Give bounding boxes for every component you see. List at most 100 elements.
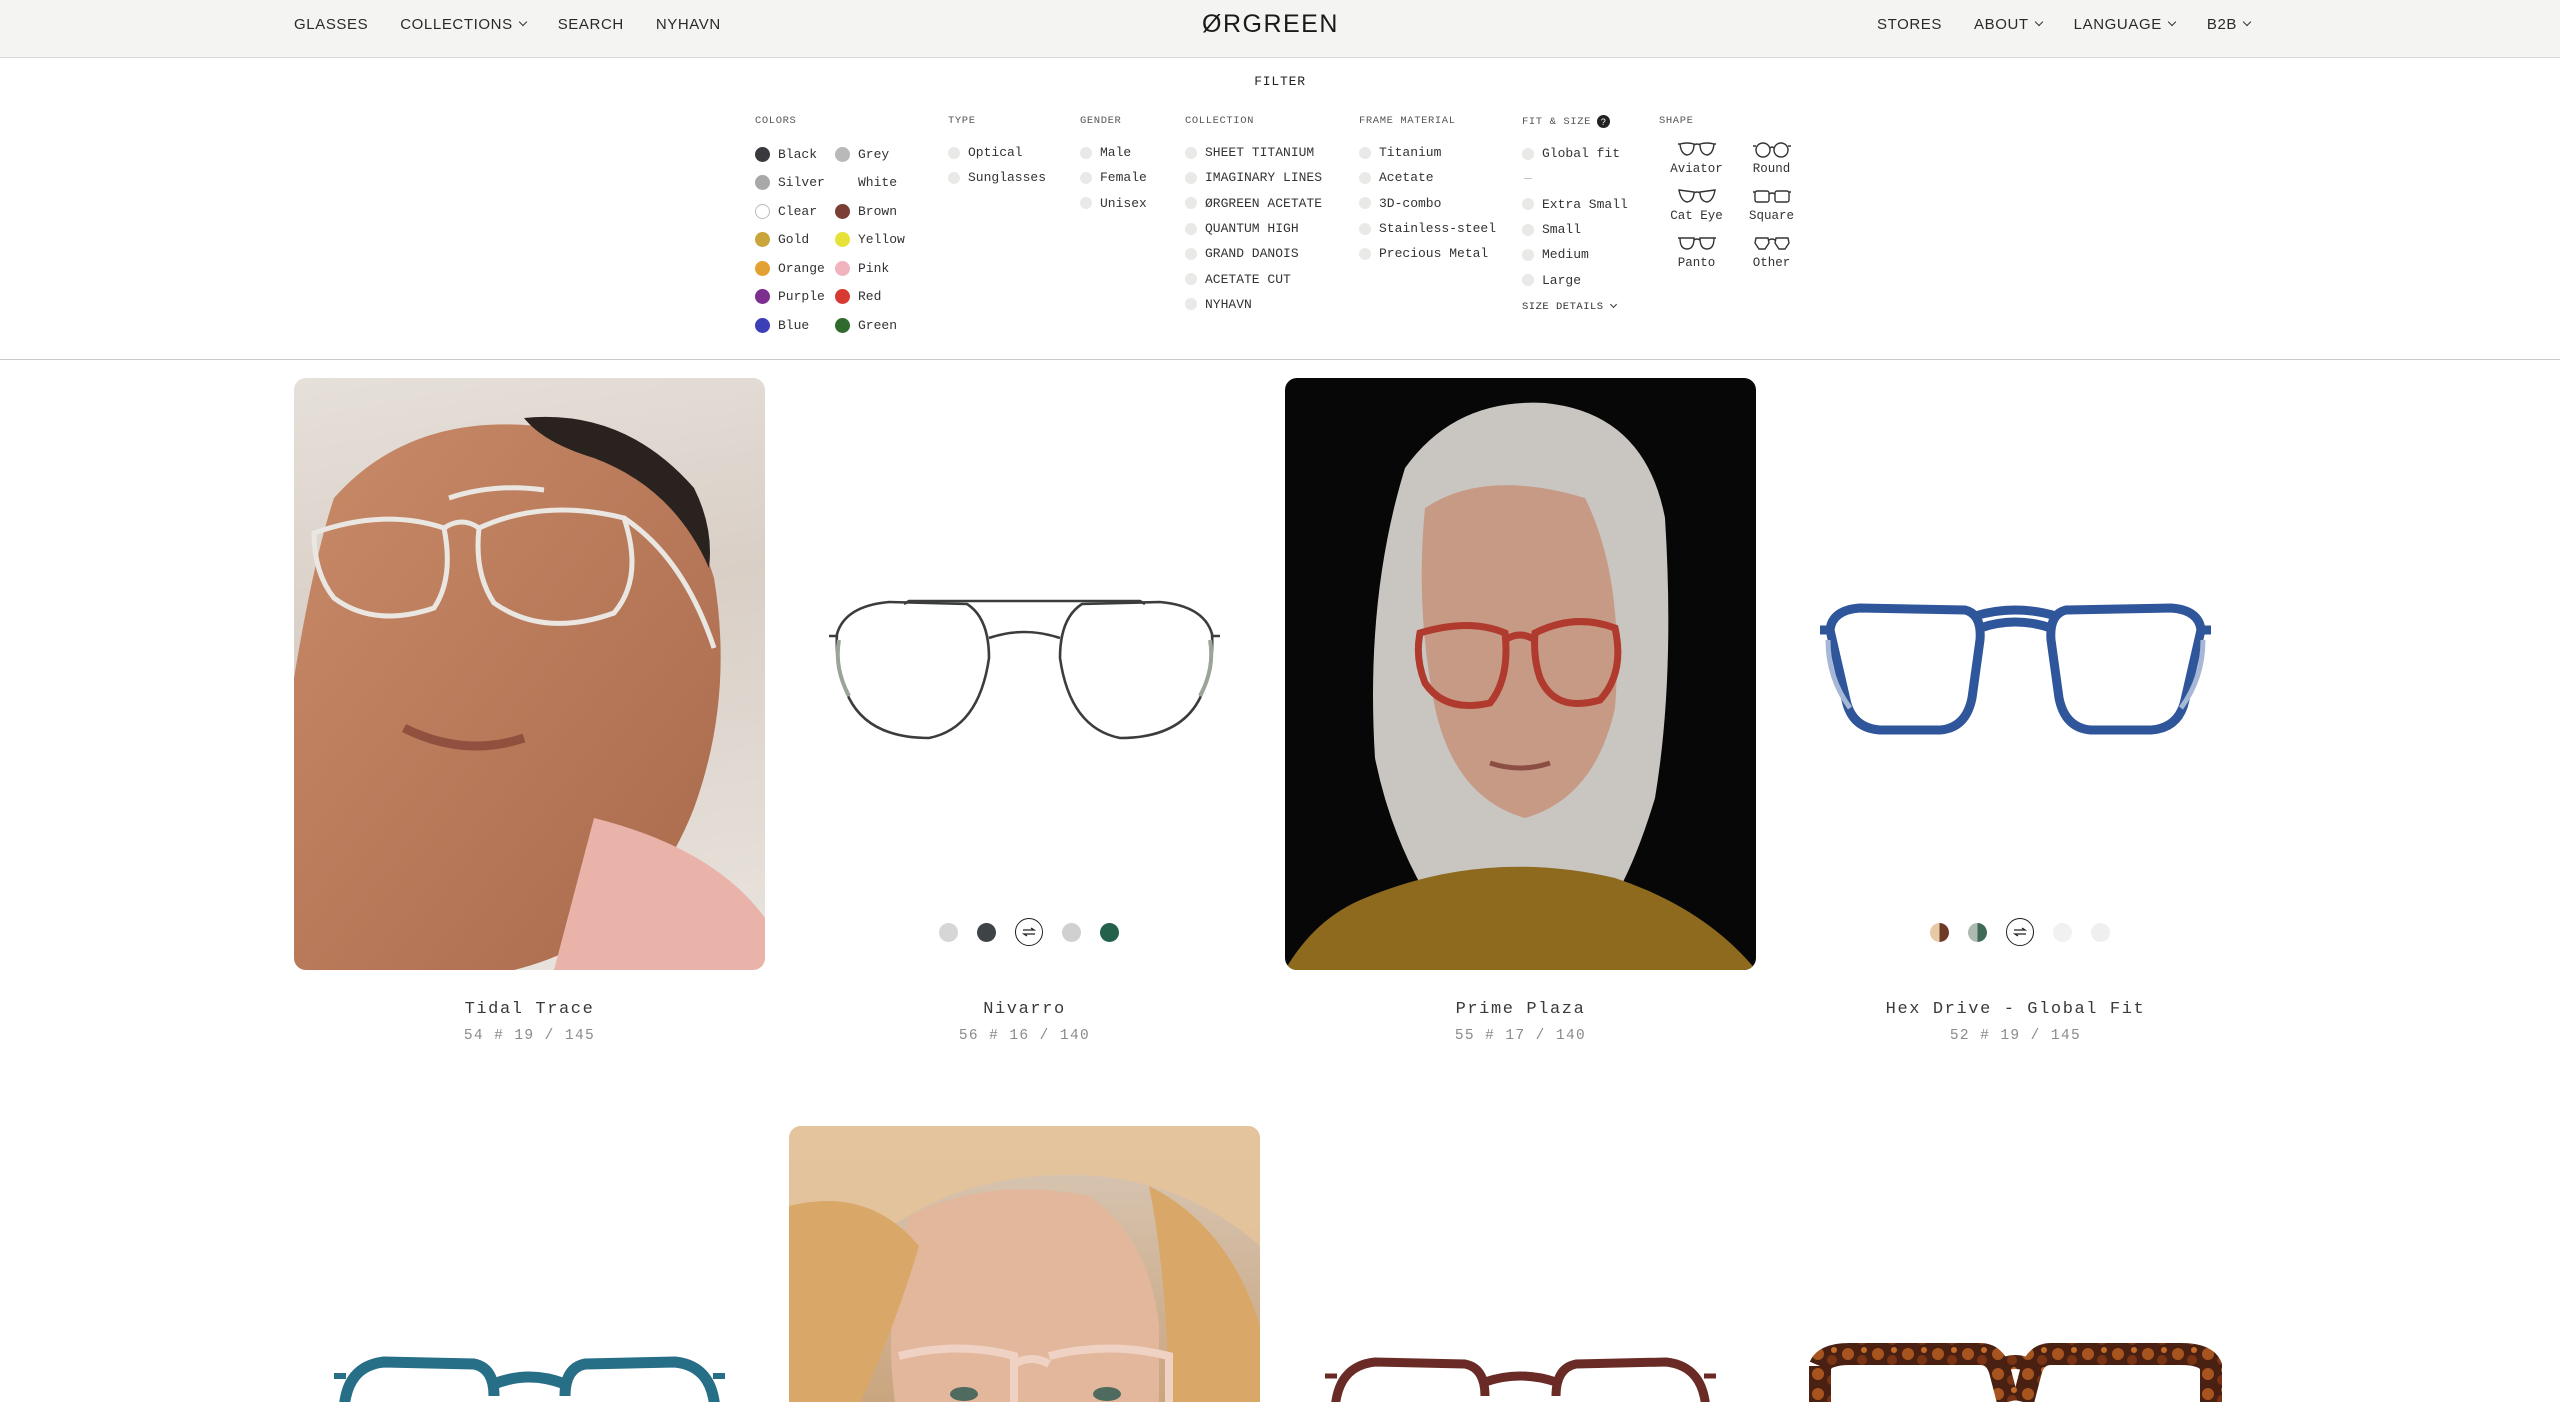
filter-option[interactable]: GRAND DANOIS	[1185, 241, 1322, 266]
filter-option[interactable]: Small	[1522, 217, 1628, 242]
nav-about[interactable]: ABOUT	[1974, 16, 2043, 33]
nav-language[interactable]: LANGUAGE	[2074, 16, 2177, 33]
radio-icon	[1080, 171, 1092, 184]
radio-icon	[1359, 197, 1371, 210]
filter-option[interactable]: Unisex	[1080, 191, 1147, 216]
nav-collections[interactable]: COLLECTIONS	[400, 16, 527, 33]
filter-heading: COLORS	[755, 115, 797, 127]
filter-option[interactable]: Extra Small	[1522, 192, 1628, 217]
product-card[interactable]	[1780, 1126, 2251, 1402]
color-option-white[interactable]: White	[835, 169, 915, 198]
shape-square[interactable]: Square	[1734, 187, 1809, 223]
filter-option[interactable]: Stainless-steel	[1359, 216, 1496, 241]
hex-drive-frame-image	[1820, 603, 2211, 735]
product-name[interactable]: Hex Drive - Global Fit	[1780, 1000, 2251, 1019]
filter-option[interactable]: Large	[1522, 267, 1628, 292]
radio-icon	[1522, 274, 1534, 287]
nav-stores[interactable]: STORES	[1877, 16, 1942, 33]
color-list: Black Grey Silver White Clear Brown Gold Yellow…	[755, 140, 915, 340]
filter-option[interactable]: IMAGINARY LINES	[1185, 165, 1322, 190]
filter-heading: FIT & SIZE?	[1522, 115, 1628, 128]
product-measurements: 52 # 19 / 145	[1949, 1028, 2082, 1044]
filter-option[interactable]: Acetate	[1359, 165, 1496, 190]
color-option-brown[interactable]: Brown	[835, 197, 915, 226]
filter-option[interactable]: SHEET TITANIUM	[1185, 140, 1322, 165]
swatch-selected[interactable]	[2006, 918, 2034, 946]
filter-option[interactable]: Optical	[948, 140, 1046, 165]
filter-option[interactable]: Medium	[1522, 242, 1628, 267]
filter-option[interactable]: Female	[1080, 165, 1147, 190]
size-details-toggle[interactable]: SIZE DETAILS	[1522, 301, 1628, 313]
product-photo[interactable]	[1780, 378, 2251, 970]
filter-option[interactable]: NYHAVN	[1185, 292, 1322, 317]
color-option-green[interactable]: Green	[835, 311, 915, 340]
tortoise-frame-image	[1809, 1343, 2222, 1402]
nav-nyhavn[interactable]: NYHAVN	[656, 16, 721, 33]
chevron-down-icon	[1609, 301, 1617, 309]
shape-round[interactable]: Round	[1734, 140, 1809, 176]
color-option-gold[interactable]: Gold	[755, 226, 835, 255]
filter-option[interactable]: Precious Metal	[1359, 241, 1496, 266]
swatch-clear[interactable]	[2053, 922, 2072, 942]
color-swatch-icon	[755, 203, 770, 219]
shape-panto[interactable]: Panto	[1659, 234, 1734, 270]
swatch-dark-grey[interactable]	[977, 922, 996, 942]
product-card[interactable]	[294, 1126, 765, 1402]
product-name[interactable]: Tidal Trace	[294, 1000, 765, 1019]
filter-option[interactable]: ACETATE CUT	[1185, 266, 1322, 291]
swatch-silver[interactable]	[1062, 922, 1081, 942]
shape-cat-eye[interactable]: Cat Eye	[1659, 187, 1734, 223]
radio-icon	[948, 171, 960, 184]
filter-option[interactable]: ØRGREEN ACETATE	[1185, 191, 1322, 216]
product-photo[interactable]	[789, 1126, 1260, 1402]
nav-b2b[interactable]: B2B	[2207, 16, 2252, 33]
filter-fit-size: FIT & SIZE? Global fit — Extra Small Sma…	[1522, 115, 1628, 313]
filter-option[interactable]: Titanium	[1359, 140, 1496, 165]
color-option-silver[interactable]: Silver	[755, 169, 835, 198]
color-option-purple[interactable]: Purple	[755, 283, 835, 312]
color-swatches	[939, 918, 1119, 946]
filter-option[interactable]: Global fit	[1522, 141, 1628, 166]
color-option-pink[interactable]: Pink	[835, 254, 915, 283]
color-option-blue[interactable]: Blue	[755, 311, 835, 340]
radio-icon	[1359, 146, 1371, 159]
color-option-orange[interactable]: Orange	[755, 254, 835, 283]
color-option-red[interactable]: Red	[835, 283, 915, 312]
color-option-black[interactable]: Black	[755, 140, 835, 169]
shape-aviator[interactable]: Aviator	[1659, 140, 1734, 176]
brand-logo[interactable]: ØRGREEN	[1202, 10, 1339, 39]
nav-search[interactable]: SEARCH	[558, 16, 624, 33]
product-name[interactable]: Nivarro	[789, 1000, 1260, 1019]
swatch-selected[interactable]	[1015, 918, 1043, 946]
filter-option[interactable]: 3D-combo	[1359, 191, 1496, 216]
chevron-down-icon	[518, 17, 527, 27]
filter-option[interactable]: Sunglasses	[948, 165, 1046, 190]
help-icon[interactable]: ?	[1597, 115, 1611, 128]
filter-title[interactable]: FILTER	[0, 74, 2560, 89]
swatch-white[interactable]	[2091, 922, 2110, 942]
product-name[interactable]: Prime Plaza	[1285, 1000, 1756, 1019]
product-card[interactable]	[1285, 1126, 1756, 1402]
panto-shape-icon	[1677, 237, 1716, 250]
filter-heading: GENDER	[1080, 115, 1122, 127]
color-option-grey[interactable]: Grey	[835, 140, 915, 169]
product-photo[interactable]	[1285, 378, 1756, 970]
nav-glasses[interactable]: GLASSES	[294, 16, 368, 33]
color-option-clear[interactable]: Clear	[755, 197, 835, 226]
radio-icon	[1522, 248, 1534, 261]
filter-collection: COLLECTION SHEET TITANIUM IMAGINARY LINE…	[1185, 115, 1322, 317]
filter-option[interactable]: Male	[1080, 140, 1147, 165]
product-measurements: 56 # 16 / 140	[958, 1028, 1091, 1044]
product-photo[interactable]	[789, 378, 1260, 970]
swatch-tortoise[interactable]	[1930, 922, 1949, 942]
shape-other[interactable]: Other	[1734, 234, 1809, 270]
product-photo[interactable]	[294, 378, 765, 970]
filter-type: TYPE Optical Sunglasses	[948, 115, 1046, 191]
radio-icon	[1522, 198, 1534, 211]
color-option-yellow[interactable]: Yellow	[835, 226, 915, 255]
product-card[interactable]	[789, 1126, 1260, 1402]
filter-option[interactable]: QUANTUM HIGH	[1185, 216, 1322, 241]
swatch-green-grey[interactable]	[1968, 922, 1987, 942]
swatch-light-grey[interactable]	[939, 922, 958, 942]
swatch-green[interactable]	[1100, 922, 1119, 942]
